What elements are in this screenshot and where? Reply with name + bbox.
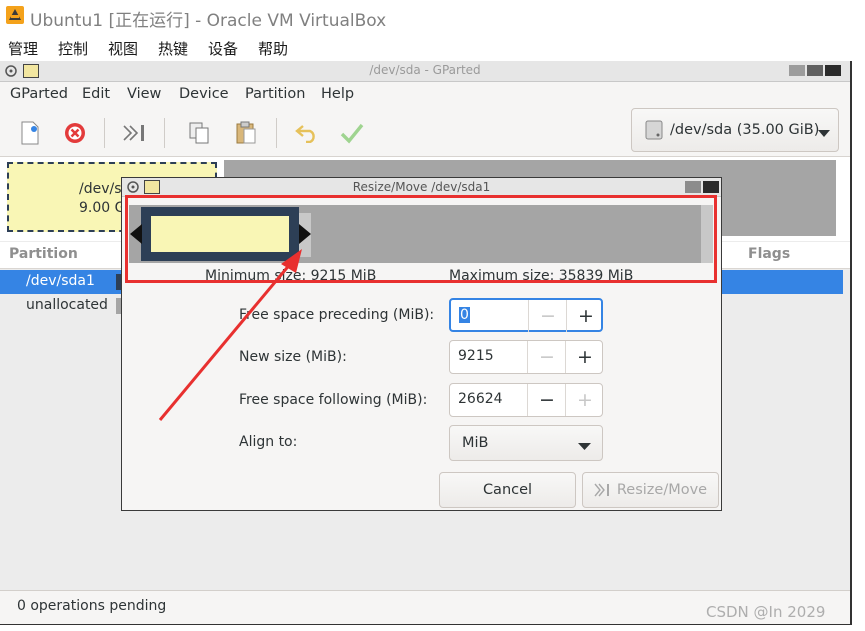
- vbox-window-title: Ubuntu1 [正在运行] - Oracle VM VirtualBox: [30, 11, 387, 31]
- vbox-menu-help[interactable]: 帮助: [258, 38, 288, 59]
- following-increment-button[interactable]: +: [565, 384, 604, 416]
- watermark: CSDN @In 2029: [706, 603, 826, 621]
- column-flags[interactable]: Flags: [748, 246, 790, 262]
- menu-device[interactable]: Device: [179, 86, 229, 102]
- following-spinbox[interactable]: 26624 − +: [449, 383, 603, 417]
- chevron-down-icon: [818, 126, 830, 137]
- chevron-down-icon: [578, 439, 591, 450]
- align-value: MiB: [462, 435, 489, 451]
- toolbar-separator: [164, 118, 165, 148]
- disk-icon: [645, 120, 663, 140]
- menu-gparted[interactable]: GParted: [10, 86, 68, 102]
- cancel-label: Cancel: [482, 482, 533, 498]
- following-value[interactable]: 26624: [458, 391, 503, 407]
- vbox-menu-devices[interactable]: 设备: [208, 38, 238, 59]
- menu-edit[interactable]: Edit: [82, 86, 110, 102]
- toolbar-separator: [104, 118, 105, 148]
- resize-move-icon: [594, 482, 612, 498]
- graph-partition-size: 9.00 G: [79, 200, 126, 216]
- vbox-menu-manage[interactable]: 管理: [8, 38, 38, 59]
- new-size-spinbox[interactable]: 9215 − +: [449, 340, 603, 374]
- annotation-arrow: [150, 245, 310, 425]
- minimize-button[interactable]: [789, 65, 805, 76]
- undo-icon[interactable]: [294, 120, 320, 146]
- new-size-increment-button[interactable]: +: [565, 341, 604, 373]
- new-partition-icon[interactable]: [17, 120, 43, 146]
- graph-partition-name: /dev/s: [79, 181, 122, 197]
- paste-icon[interactable]: [233, 120, 259, 146]
- device-label: /dev/sda (35.00 GiB): [670, 122, 820, 138]
- row-partition-name: /dev/sda1: [26, 273, 95, 289]
- menu-view[interactable]: View: [127, 86, 161, 102]
- vbox-menu-hotkeys[interactable]: 热键: [158, 38, 188, 59]
- following-decrement-button[interactable]: −: [527, 384, 566, 416]
- copy-icon[interactable]: [186, 120, 212, 146]
- menu-partition[interactable]: Partition: [245, 86, 305, 102]
- row-partition-name: unallocated: [26, 297, 108, 313]
- resize-move-button[interactable]: Resize/Move: [582, 472, 719, 508]
- gparted-menubar: GParted Edit View Device Partition Help: [0, 82, 850, 108]
- gparted-window-title: /dev/sda - GParted: [369, 63, 481, 77]
- vbox-menubar: 管理 控制 视图 热键 设备 帮助: [0, 33, 865, 61]
- apply-icon[interactable]: [339, 120, 365, 146]
- preceding-value[interactable]: 0: [459, 307, 470, 323]
- toolbar-separator: [276, 118, 277, 148]
- vbox-menu-view[interactable]: 视图: [108, 38, 138, 59]
- preceding-decrement-button[interactable]: −: [528, 300, 567, 332]
- resize-move-icon[interactable]: [122, 120, 148, 146]
- cancel-button[interactable]: Cancel: [439, 472, 576, 508]
- vbox-menu-control[interactable]: 控制: [58, 38, 88, 59]
- delete-partition-icon[interactable]: [62, 120, 88, 146]
- resize-move-label: Resize/Move: [616, 482, 708, 498]
- menu-help[interactable]: Help: [321, 86, 354, 102]
- maximize-button[interactable]: [807, 65, 823, 76]
- preceding-spinbox[interactable]: 0 − +: [449, 298, 603, 332]
- gparted-titlebar: /dev/sda - GParted: [0, 61, 850, 82]
- status-text: 0 operations pending: [17, 598, 167, 614]
- column-partition[interactable]: Partition: [9, 246, 78, 262]
- align-label: Align to:: [239, 434, 298, 450]
- virtualbox-icon: [5, 5, 25, 25]
- dialog-title: Resize/Move /dev/sda1: [352, 180, 491, 194]
- new-size-value[interactable]: 9215: [458, 348, 494, 364]
- new-size-decrement-button[interactable]: −: [527, 341, 566, 373]
- close-button[interactable]: [825, 65, 841, 76]
- preceding-increment-button[interactable]: +: [566, 300, 605, 332]
